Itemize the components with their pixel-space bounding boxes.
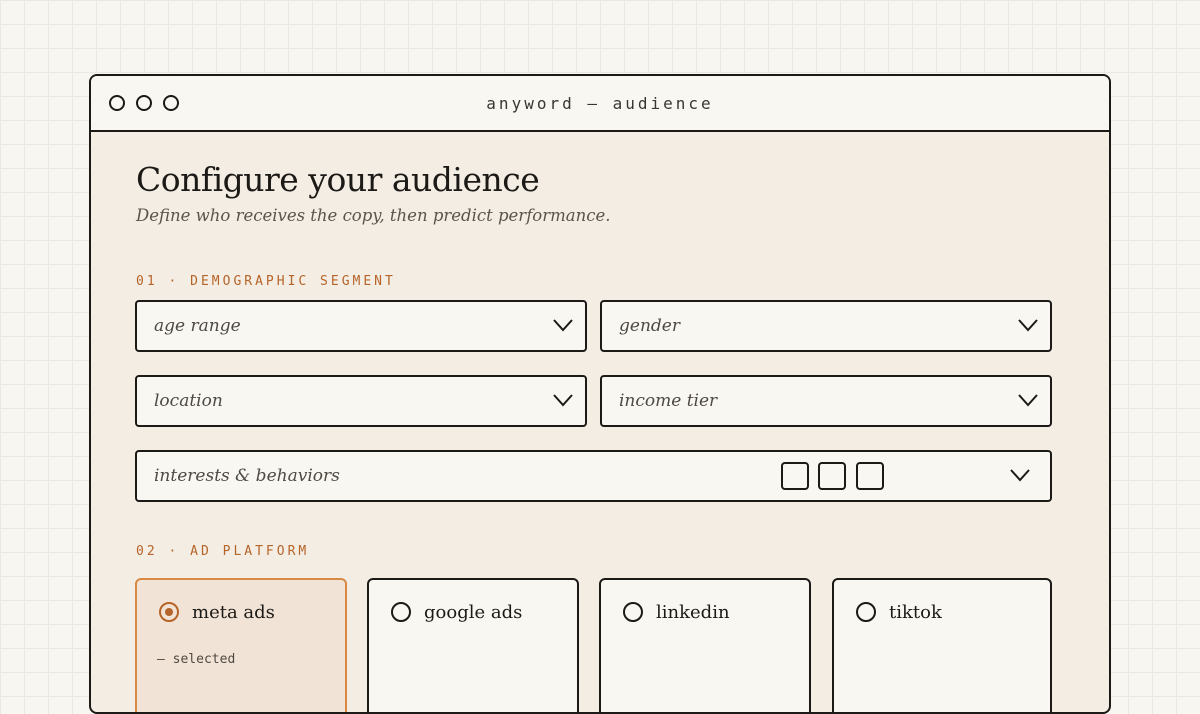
selected-note: — selected xyxy=(157,652,236,667)
chevron-down-icon xyxy=(1018,394,1038,407)
interest-chip[interactable] xyxy=(856,462,884,490)
platform-label: tiktok xyxy=(889,602,942,623)
interests-select[interactable]: interests & behaviors xyxy=(135,450,1052,502)
gender-select[interactable]: gender xyxy=(600,300,1052,352)
interest-chip[interactable] xyxy=(818,462,846,490)
window-title: anyword — audience xyxy=(486,94,714,113)
radio-unchecked-icon[interactable] xyxy=(391,602,411,622)
platform-card-linkedin[interactable]: linkedin xyxy=(599,578,811,712)
page-subtitle: Define who receives the copy, then predi… xyxy=(136,206,611,225)
income-tier-select[interactable]: income tier xyxy=(600,375,1052,427)
radio-unchecked-icon[interactable] xyxy=(623,602,643,622)
location-placeholder: location xyxy=(154,391,223,411)
title-bar: anyword — audience xyxy=(91,76,1109,132)
age-range-select[interactable]: age range xyxy=(135,300,587,352)
platform-card-meta-ads[interactable]: meta ads — selected xyxy=(135,578,347,712)
interest-chip[interactable] xyxy=(781,462,809,490)
radio-checked-icon[interactable] xyxy=(159,602,179,622)
chevron-down-icon xyxy=(1010,469,1030,482)
section-label-platform: 02 · AD PLATFORM xyxy=(136,544,310,559)
page-title: Configure your audience xyxy=(136,160,540,199)
chevron-down-icon xyxy=(553,319,573,332)
platform-card-tiktok[interactable]: tiktok xyxy=(832,578,1052,712)
chevron-down-icon xyxy=(553,394,573,407)
age-range-placeholder: age range xyxy=(154,316,241,336)
location-select[interactable]: location xyxy=(135,375,587,427)
interests-placeholder: interests & behaviors xyxy=(154,466,340,486)
platform-card-google-ads[interactable]: google ads xyxy=(367,578,579,712)
income-tier-placeholder: income tier xyxy=(619,391,718,411)
app-window: anyword — audience Configure your audien… xyxy=(89,74,1111,714)
platform-label: meta ads xyxy=(192,602,275,623)
section-label-demographic: 01 · DEMOGRAPHIC SEGMENT xyxy=(136,274,396,289)
gender-placeholder: gender xyxy=(619,316,680,336)
platform-label: google ads xyxy=(424,602,523,623)
radio-unchecked-icon[interactable] xyxy=(856,602,876,622)
platform-label: linkedin xyxy=(656,602,730,623)
chevron-down-icon xyxy=(1018,319,1038,332)
